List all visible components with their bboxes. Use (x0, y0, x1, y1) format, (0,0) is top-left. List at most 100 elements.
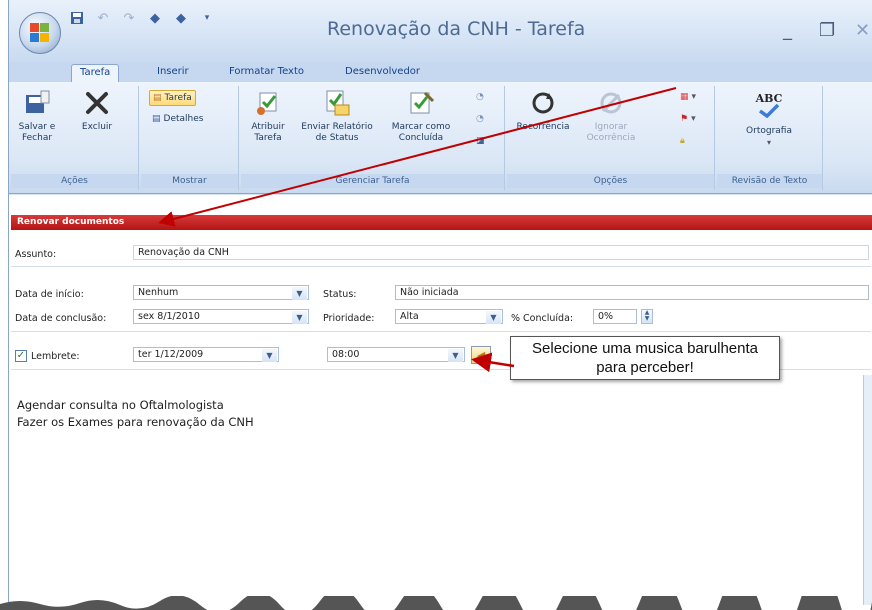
callout-line-2: para perceber! (596, 359, 694, 376)
save-close-button[interactable]: Salvar e Fechar (13, 88, 61, 144)
data-inicio-select[interactable]: Nenhum ▼ (133, 285, 309, 300)
callout-line-1: Selecione uma musica barulhenta (532, 340, 758, 357)
group-label-revisao: Revisão de Texto (717, 174, 822, 188)
send-button[interactable]: ◪ (473, 134, 488, 148)
flag-icon: ⚑ (680, 114, 689, 124)
assunto-input[interactable]: Renovação da CNH (133, 245, 869, 260)
prioridade-select[interactable]: Alta ▼ (395, 309, 503, 324)
status-label: Status: (323, 289, 357, 300)
office-logo-icon (30, 23, 50, 43)
quick-access-toolbar: ↶ ↷ ◆ ◆ ▾ (67, 6, 217, 30)
task-form: Renovar documentos Assunto: Renovação da… (9, 195, 872, 610)
address-book-icon: ◔ (476, 92, 484, 102)
save-icon[interactable] (67, 9, 87, 27)
customize-qat-icon[interactable]: ▾ (197, 9, 217, 27)
enviar-relatorio-button[interactable]: Enviar Relatório de Status (299, 88, 375, 144)
chevron-down-icon[interactable]: ▼ (292, 287, 307, 300)
follow-up-button[interactable]: ⚑ ▾ (677, 112, 699, 126)
close-button[interactable]: ✕ (855, 20, 872, 41)
lembrete-checkbox[interactable]: ✓ (15, 350, 27, 362)
data-conclusao-label: Data de conclusão: (15, 313, 107, 324)
tab-tarefa[interactable]: Tarefa (71, 64, 120, 82)
redo-icon[interactable]: ↷ (119, 9, 139, 27)
lembrete-time-select[interactable]: 08:00 ▼ (327, 347, 465, 362)
categorize-button[interactable]: ▦ ▾ (677, 90, 699, 104)
show-detalhes-button[interactable]: ▤ Detalhes (149, 112, 206, 126)
assunto-value: Renovação da CNH (138, 247, 229, 258)
group-acoes: Salvar e Fechar Excluir Ações (11, 86, 139, 190)
categorize-icon: ▦ (680, 92, 689, 102)
concluida-label: % Concluída: (511, 313, 574, 324)
arrow-down-icon[interactable]: ◆ (171, 9, 191, 27)
ortografia-button[interactable]: ABC Ortografia ▾ (731, 88, 807, 148)
lembrete-time-value: 08:00 (332, 349, 360, 360)
body-line: Agendar consulta no Oftalmologista (17, 398, 224, 412)
undo-icon[interactable]: ↶ (93, 9, 113, 27)
recorrencia-button[interactable]: Recorrência (513, 88, 573, 133)
divider (11, 266, 871, 267)
chevron-down-icon[interactable]: ▼ (448, 349, 463, 362)
private-button[interactable]: 🔒︎ (677, 134, 688, 148)
group-mostrar: ▤ Tarefa ▤ Detalhes Mostrar (141, 86, 239, 190)
show-tarefa-button[interactable]: ▤ Tarefa (149, 90, 196, 106)
lembrete-label: Lembrete: (31, 351, 80, 362)
spinner-arrows-icon[interactable]: ▲ ▼ (641, 309, 653, 324)
check-names-icon: ◔ (476, 114, 484, 124)
details-icon: ▤ (152, 114, 161, 124)
check-names-button[interactable]: ◔ (473, 112, 487, 126)
divider (11, 331, 871, 332)
prioridade-label: Prioridade: (323, 313, 375, 324)
atribuir-tarefa-button[interactable]: Atribuir Tarefa (245, 88, 291, 144)
office-button[interactable] (19, 12, 61, 54)
concluida-spinner[interactable]: 0% (593, 309, 637, 324)
show-tarefa-label: Tarefa (164, 93, 192, 103)
tab-formatar-texto[interactable]: Formatar Texto (221, 64, 312, 82)
chevron-down-icon[interactable]: ▼ (262, 349, 277, 362)
minimize-button[interactable]: _ (783, 20, 801, 41)
ignorar-ocorrencia-button[interactable]: Ignorar Ocorrência (579, 88, 643, 144)
ignorar-ocorrencia-label: Ignorar Ocorrência (586, 122, 636, 143)
task-window: ↶ ↷ ◆ ◆ ▾ Renovação da CNH - Tarefa _ ❐ … (8, 0, 872, 610)
recurrence-icon (528, 88, 558, 118)
lembrete-date-select[interactable]: ter 1/12/2009 ▼ (133, 347, 279, 362)
arrow-up-icon[interactable]: ◆ (145, 9, 165, 27)
ribbon-tabs: Tarefa Inserir Formatar Texto Desenvolve… (9, 62, 872, 82)
lembrete-date-value: ter 1/12/2009 (138, 349, 204, 360)
assign-task-icon (253, 88, 283, 118)
group-label-opcoes: Opções (507, 174, 714, 188)
delete-button[interactable]: Excluir (73, 88, 121, 133)
chevron-down-icon[interactable]: ▼ (486, 311, 501, 324)
status-select[interactable]: Não iniciada (395, 285, 869, 300)
ribbon: Salvar e Fechar Excluir Ações ▤ Tarefa ▤… (9, 82, 872, 194)
atribuir-tarefa-label: Atribuir Tarefa (251, 122, 285, 143)
abc-text: ABC (755, 91, 783, 105)
delete-icon (82, 88, 112, 118)
status-value: Não iniciada (400, 287, 459, 298)
vertical-scrollbar[interactable] (863, 375, 872, 605)
maximize-button[interactable]: ❐ (819, 20, 837, 41)
task-body[interactable]: Agendar consulta no Oftalmologista Fazer… (17, 397, 254, 431)
ortografia-label: Ortografia (746, 126, 792, 136)
data-conclusao-select[interactable]: sex 8/1/2010 ▼ (133, 309, 309, 324)
group-revisao: ABC Ortografia ▾ Revisão de Texto (717, 86, 823, 190)
data-inicio-label: Data de início: (15, 289, 84, 300)
prioridade-value: Alta (400, 311, 419, 322)
speaker-icon: ◀ (476, 348, 486, 362)
data-conclusao-value: sex 8/1/2010 (138, 311, 200, 322)
marcar-concluida-button[interactable]: Marcar como Concluída (381, 88, 461, 144)
spelling-icon: ABC (754, 88, 784, 122)
enviar-relatorio-label: Enviar Relatório de Status (301, 122, 373, 143)
tab-desenvolvedor[interactable]: Desenvolvedor (337, 64, 428, 82)
reminder-sound-button[interactable]: ◀ (471, 346, 491, 364)
window-title: Renovação da CNH - Tarefa (327, 18, 586, 40)
tab-inserir[interactable]: Inserir (149, 64, 197, 82)
address-book-button[interactable]: ◔ (473, 90, 487, 104)
info-banner: Renovar documentos (11, 215, 872, 230)
torn-edge (0, 596, 872, 610)
recorrencia-label: Recorrência (516, 122, 570, 132)
assunto-label: Assunto: (15, 249, 57, 260)
chevron-down-icon[interactable]: ▼ (292, 311, 307, 324)
group-opcoes: Recorrência Ignorar Ocorrência ▦ ▾ ⚑ ▾ 🔒︎ … (507, 86, 715, 190)
callout-note: Selecione uma musica barulhenta para per… (510, 336, 780, 380)
concluida-value: 0% (598, 311, 614, 322)
